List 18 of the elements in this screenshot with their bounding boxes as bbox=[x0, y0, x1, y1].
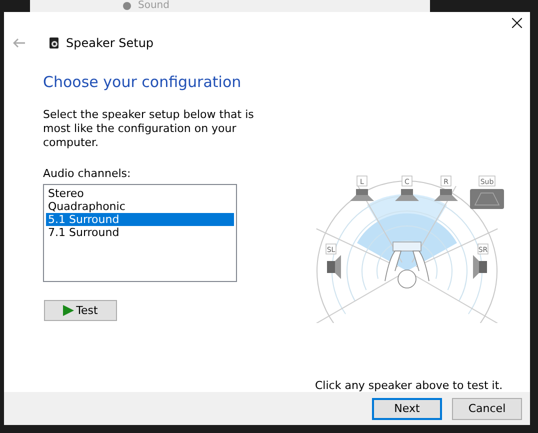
list-item[interactable]: 7.1 Surround bbox=[46, 226, 234, 240]
list-item[interactable]: Stereo bbox=[46, 187, 234, 200]
play-icon bbox=[63, 305, 74, 316]
page-heading: Choose your configuration bbox=[43, 73, 242, 92]
close-icon[interactable] bbox=[512, 18, 522, 28]
description-text: Select the speaker setup below that is most like the configuration on your computer. bbox=[43, 108, 255, 150]
next-button[interactable]: Next bbox=[372, 398, 442, 420]
test-button[interactable]: Test bbox=[44, 300, 117, 322]
subwoofer-icon[interactable] bbox=[470, 189, 504, 210]
window-title: Sound bbox=[138, 0, 170, 12]
hint-text: Click any speaker above to test it. bbox=[315, 379, 504, 392]
list-label: Audio channels: bbox=[43, 167, 132, 180]
cancel-button[interactable]: Cancel bbox=[452, 398, 522, 420]
list-item[interactable]: 5.1 Surround bbox=[46, 213, 234, 226]
back-arrow-icon[interactable] bbox=[13, 38, 25, 48]
dialog-title: Speaker Setup bbox=[66, 36, 154, 50]
channel-list[interactable]: Stereo Quadraphonic 5.1 Surround 7.1 Surround bbox=[43, 184, 237, 282]
list-item[interactable]: Quadraphonic bbox=[46, 200, 234, 214]
